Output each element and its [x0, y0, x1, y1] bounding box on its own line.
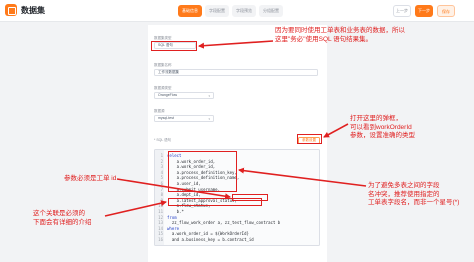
line-number: 2 [160, 158, 163, 164]
line-number: 5 [160, 175, 163, 181]
datasource-type-label: 数据源类型 [154, 86, 172, 90]
dataset-page: 数据集 基础信息 字段配置 字段预览 分组配置 上一步 下一步 保存 数据集类型… [0, 0, 474, 262]
sql-line: 11 b.* [155, 209, 319, 214]
chevron-down-icon: ▾ [208, 117, 210, 121]
datasource-value: mysql-test [158, 116, 174, 120]
highlight-join [168, 198, 262, 206]
top-bar: 数据集 基础信息 字段配置 字段预览 分组配置 上一步 下一步 保存 [0, 0, 474, 22]
line-number: 14 [158, 225, 163, 231]
prev-button[interactable]: 上一步 [393, 5, 411, 17]
sql-line: 15 a.work_order_id = ${WorkOrderId} [155, 231, 319, 236]
sql-line-text: from [167, 214, 177, 220]
sql-line-text: a.work_order_id = ${WorkOrderId} [167, 231, 249, 237]
sql-label: * SQL 语句 [154, 138, 172, 142]
dataset-name-input[interactable]: 工作流数据集 [154, 69, 318, 76]
step-tab-preview[interactable]: 字段预览 [232, 5, 256, 17]
sql-line-text: where [167, 225, 180, 231]
line-number: 3 [160, 164, 163, 170]
note-param-dialog: 打开这里的弹框， 可以看到workOrderId 参数，设置准确的类型 [350, 115, 415, 139]
note-join: 这个关联是必须的 下面会有详细的介绍 [33, 210, 92, 226]
save-button[interactable]: 保存 [437, 5, 455, 17]
step-tab-basic[interactable]: 基础信息 [178, 5, 202, 17]
note-workorder-id: 参数必须是工单 id [64, 175, 117, 182]
arrow-param-button [323, 123, 349, 138]
dataset-name-label: 数据集名称 [154, 63, 172, 67]
line-number: 13 [158, 220, 163, 226]
sql-line: 12 from [155, 215, 319, 220]
chevron-down-icon: ▾ [208, 94, 210, 98]
line-number: 15 [158, 231, 163, 237]
next-button[interactable]: 下一步 [415, 5, 433, 17]
line-number: 1 [160, 153, 163, 158]
line-number: 11 [158, 209, 163, 214]
sql-line-text: a.dept_id, [167, 192, 201, 198]
step-tab-group[interactable]: 分组配置 [259, 5, 283, 17]
datasource-type-value: OrangeFlow [158, 93, 178, 97]
dataset-name-value: 工作流数据集 [158, 70, 179, 74]
line-number: 4 [160, 169, 163, 175]
highlight-columns [168, 151, 237, 192]
line-number: 10 [158, 203, 163, 209]
step-tab-fields[interactable]: 字段配置 [205, 5, 229, 17]
line-number: 12 [158, 214, 163, 220]
highlight-sql-mode [151, 41, 197, 51]
datasource-type-select[interactable]: OrangeFlow ▾ [154, 92, 214, 99]
note-columns: 为了避免多表之间的字段 名冲突，推荐使用指定的 工单表字段名，而非一个星号(*) [368, 182, 460, 206]
dataset-icon [5, 4, 17, 16]
line-number: 7 [160, 186, 163, 192]
line-number: 8 [160, 192, 163, 198]
datasource-select[interactable]: mysql-test ▾ [154, 115, 214, 122]
line-number: 16 [158, 237, 163, 242]
sql-line-text: and a.business_key = b.contract_id [167, 237, 254, 242]
line-number: 6 [160, 181, 163, 186]
sql-line-text: b.* [167, 209, 184, 214]
datasource-label: 数据源 [154, 109, 165, 113]
highlight-param-button [297, 134, 322, 144]
sql-line: 13 zz_flow_work_order a, zz_test_flow_co… [155, 220, 319, 225]
step-tabs: 基础信息 字段配置 字段预览 分组配置 [178, 5, 283, 17]
sql-line: 16 and a.business_key = b.contract_id [155, 237, 319, 242]
sql-line: 14 where [155, 226, 319, 231]
note-sql-mode: 因为要同时使用工单表和业务表的数据，所以 这里"务必"使用SQL 语句结果集。 [275, 27, 405, 43]
page-title: 数据集 [21, 6, 45, 15]
line-number: 9 [160, 197, 163, 203]
sql-line-text: zz_flow_work_order a, zz_test_flow_contr… [167, 220, 281, 226]
